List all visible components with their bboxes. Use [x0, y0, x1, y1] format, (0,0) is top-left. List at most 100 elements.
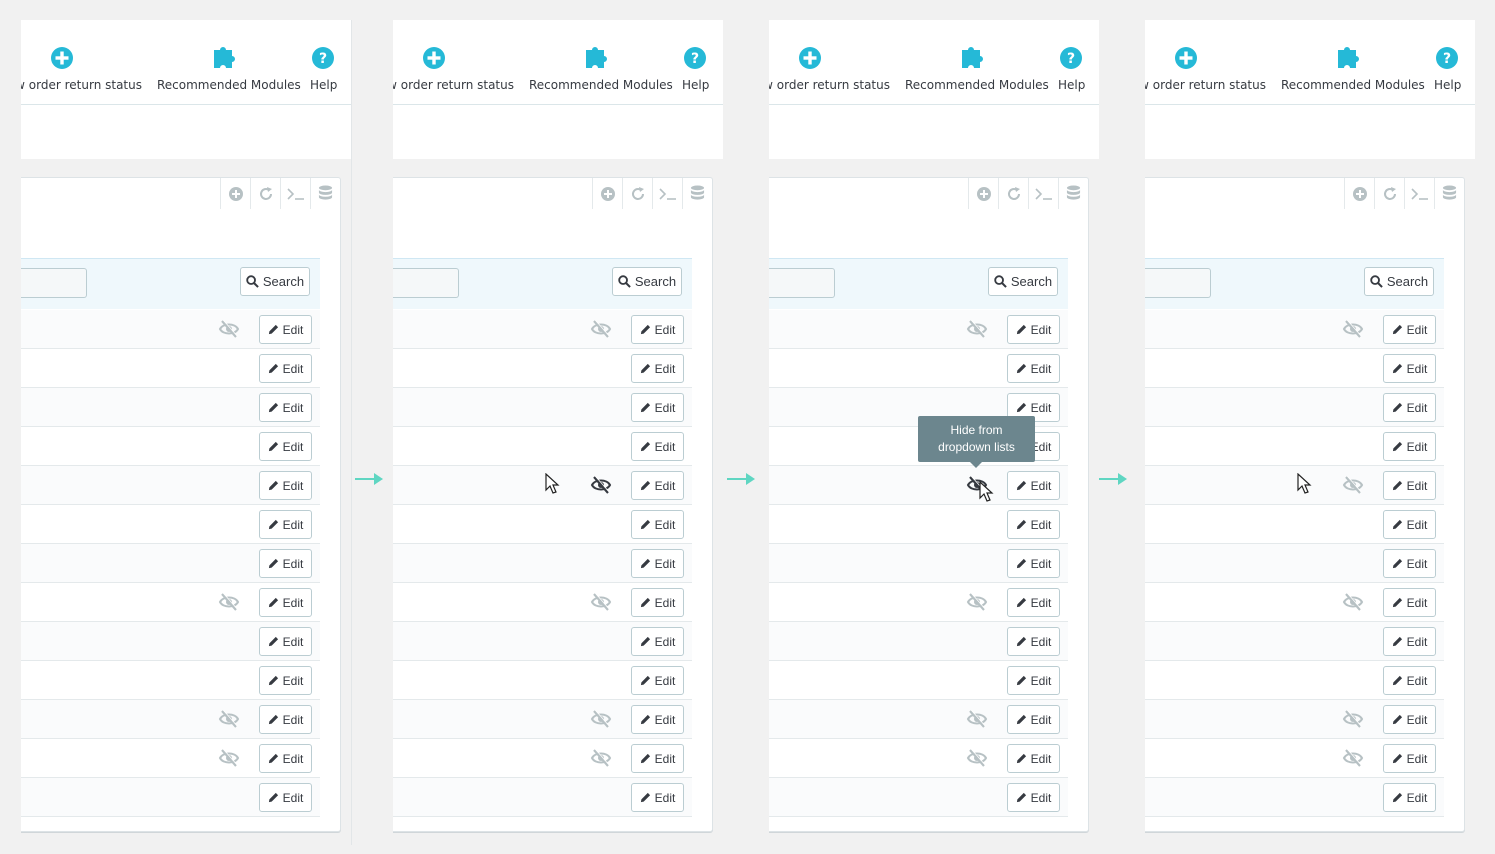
- refresh-button[interactable]: [622, 178, 652, 209]
- edit-button[interactable]: Edit: [259, 354, 312, 383]
- terminal-button[interactable]: [280, 178, 310, 209]
- terminal-button[interactable]: [652, 178, 682, 209]
- hidden-eye-icon[interactable]: [590, 592, 612, 612]
- edit-button[interactable]: Edit: [631, 393, 684, 422]
- database-button[interactable]: [1058, 178, 1088, 209]
- hidden-eye-icon[interactable]: [590, 748, 612, 768]
- edit-button[interactable]: Edit: [259, 588, 312, 617]
- hidden-eye-icon[interactable]: [218, 709, 240, 729]
- edit-button[interactable]: Edit: [631, 432, 684, 461]
- edit-button[interactable]: Edit: [631, 510, 684, 539]
- edit-button[interactable]: Edit: [259, 666, 312, 695]
- add-button[interactable]: [220, 178, 250, 209]
- edit-button[interactable]: Edit: [1383, 354, 1436, 383]
- search-button[interactable]: Search: [988, 267, 1058, 296]
- terminal-button[interactable]: [1404, 178, 1434, 209]
- filter-input[interactable]: [769, 268, 835, 298]
- edit-button[interactable]: Edit: [631, 471, 684, 500]
- hidden-eye-icon[interactable]: [218, 319, 240, 339]
- edit-button[interactable]: Edit: [631, 744, 684, 773]
- edit-button[interactable]: Edit: [259, 471, 312, 500]
- edit-button[interactable]: Edit: [631, 783, 684, 812]
- search-button[interactable]: Search: [1364, 267, 1434, 296]
- edit-button[interactable]: Edit: [1007, 315, 1060, 344]
- database-button[interactable]: [682, 178, 712, 209]
- edit-button[interactable]: Edit: [1007, 549, 1060, 578]
- filter-input[interactable]: [393, 268, 459, 298]
- refresh-button[interactable]: [1374, 178, 1404, 209]
- refresh-button[interactable]: [998, 178, 1028, 209]
- edit-button[interactable]: Edit: [1007, 744, 1060, 773]
- edit-button[interactable]: Edit: [259, 744, 312, 773]
- edit-button[interactable]: Edit: [259, 510, 312, 539]
- edit-button[interactable]: Edit: [259, 705, 312, 734]
- search-button[interactable]: Search: [612, 267, 682, 296]
- edit-button[interactable]: Edit: [1383, 432, 1436, 461]
- edit-button[interactable]: Edit: [1007, 666, 1060, 695]
- terminal-button[interactable]: [1028, 178, 1058, 209]
- edit-button[interactable]: Edit: [1383, 549, 1436, 578]
- hidden-eye-icon[interactable]: [218, 748, 240, 768]
- add-button[interactable]: [968, 178, 998, 209]
- hidden-eye-icon[interactable]: [966, 748, 988, 768]
- edit-button[interactable]: Edit: [259, 315, 312, 344]
- add-order-return-status-button[interactable]: w order return status: [21, 42, 142, 102]
- filter-input[interactable]: [1145, 268, 1211, 298]
- filter-input[interactable]: [21, 268, 87, 298]
- recommended-modules-button[interactable]: Recommended Modules: [904, 42, 1049, 102]
- help-button[interactable]: ? Help: [1055, 42, 1087, 102]
- edit-button[interactable]: Edit: [1383, 315, 1436, 344]
- help-button[interactable]: ? Help: [1431, 42, 1463, 102]
- edit-button[interactable]: Edit: [259, 783, 312, 812]
- edit-button[interactable]: Edit: [1383, 471, 1436, 500]
- edit-button[interactable]: Edit: [259, 393, 312, 422]
- hidden-eye-icon[interactable]: [1342, 748, 1364, 768]
- hidden-eye-icon[interactable]: [966, 319, 988, 339]
- edit-button[interactable]: Edit: [1383, 744, 1436, 773]
- edit-button[interactable]: Edit: [259, 627, 312, 656]
- edit-button[interactable]: Edit: [1383, 393, 1436, 422]
- add-button[interactable]: [1344, 178, 1374, 209]
- hidden-eye-icon[interactable]: [1342, 592, 1364, 612]
- add-order-return-status-button[interactable]: w order return status: [1145, 42, 1266, 102]
- edit-button[interactable]: Edit: [259, 432, 312, 461]
- help-button[interactable]: ? Help: [679, 42, 711, 102]
- add-button[interactable]: [592, 178, 622, 209]
- edit-button[interactable]: Edit: [631, 315, 684, 344]
- add-order-return-status-button[interactable]: w order return status: [393, 42, 514, 102]
- recommended-modules-button[interactable]: Recommended Modules: [156, 42, 301, 102]
- hidden-eye-icon[interactable]: [1342, 475, 1364, 495]
- edit-button[interactable]: Edit: [1383, 510, 1436, 539]
- edit-button[interactable]: Edit: [1007, 783, 1060, 812]
- hidden-eye-icon[interactable]: [590, 475, 612, 495]
- recommended-modules-button[interactable]: Recommended Modules: [1280, 42, 1425, 102]
- search-button[interactable]: Search: [240, 267, 310, 296]
- hidden-eye-icon[interactable]: [590, 709, 612, 729]
- edit-button[interactable]: Edit: [1383, 666, 1436, 695]
- edit-button[interactable]: Edit: [259, 549, 312, 578]
- hidden-eye-icon[interactable]: [1342, 319, 1364, 339]
- hidden-eye-icon[interactable]: [218, 592, 240, 612]
- edit-button[interactable]: Edit: [1383, 783, 1436, 812]
- edit-button[interactable]: Edit: [1007, 354, 1060, 383]
- refresh-button[interactable]: [250, 178, 280, 209]
- edit-button[interactable]: Edit: [1007, 510, 1060, 539]
- edit-button[interactable]: Edit: [631, 549, 684, 578]
- edit-button[interactable]: Edit: [1007, 627, 1060, 656]
- edit-button[interactable]: Edit: [1383, 705, 1436, 734]
- edit-button[interactable]: Edit: [1007, 588, 1060, 617]
- edit-button[interactable]: Edit: [631, 588, 684, 617]
- hidden-eye-icon[interactable]: [1342, 709, 1364, 729]
- help-button[interactable]: ? Help: [307, 42, 339, 102]
- edit-button[interactable]: Edit: [631, 627, 684, 656]
- edit-button[interactable]: Edit: [631, 666, 684, 695]
- hidden-eye-icon[interactable]: [590, 319, 612, 339]
- add-order-return-status-button[interactable]: w order return status: [769, 42, 890, 102]
- database-button[interactable]: [1434, 178, 1464, 209]
- hidden-eye-icon[interactable]: [966, 709, 988, 729]
- edit-button[interactable]: Edit: [1007, 471, 1060, 500]
- hidden-eye-icon[interactable]: [966, 592, 988, 612]
- edit-button[interactable]: Edit: [631, 705, 684, 734]
- edit-button[interactable]: Edit: [1007, 705, 1060, 734]
- edit-button[interactable]: Edit: [1383, 588, 1436, 617]
